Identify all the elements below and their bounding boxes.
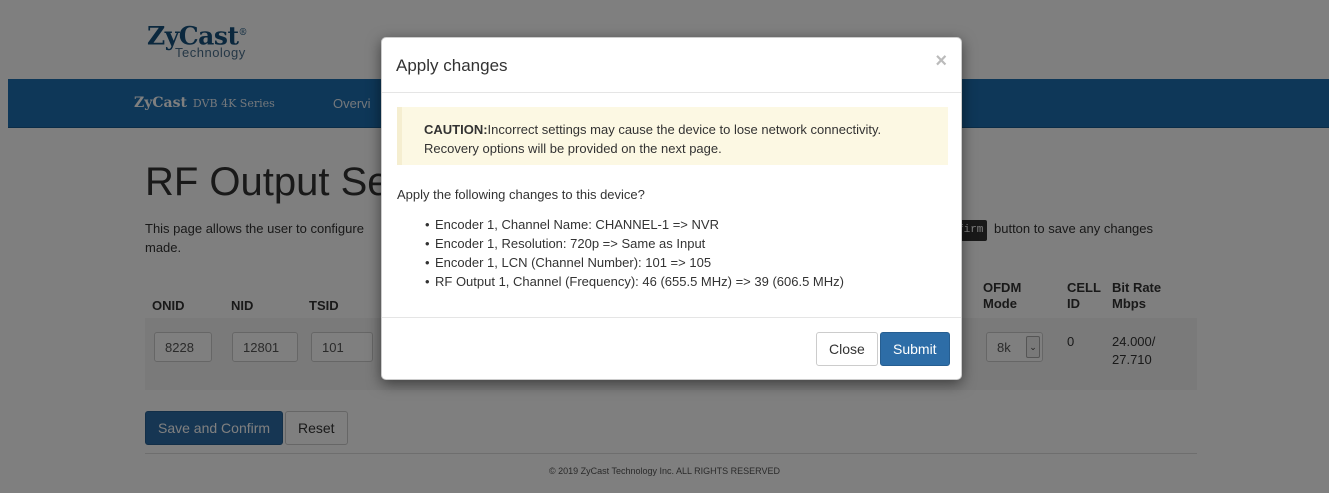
close-icon[interactable]: × [935,50,947,73]
list-item: Encoder 1, LCN (Channel Number): 101 => … [425,253,844,272]
list-item: Encoder 1, Resolution: 720p => Same as I… [425,234,844,253]
submit-button[interactable]: Submit [880,332,950,366]
changes-list: Encoder 1, Channel Name: CHANNEL-1 => NV… [425,215,844,291]
apply-changes-modal: Apply changes × CAUTION:Incorrect settin… [381,37,962,380]
caution-text: Incorrect settings may cause the device … [487,122,882,137]
list-item: Encoder 1, Channel Name: CHANNEL-1 => NV… [425,215,844,234]
caution-line-2: Recovery options will be provided on the… [424,141,722,156]
modal-footer: Close Submit [382,317,961,381]
caution-label: CAUTION: [424,122,488,137]
modal-question: Apply the following changes to this devi… [397,187,645,202]
list-item: RF Output 1, Channel (Frequency): 46 (65… [425,272,844,291]
modal-title: Apply changes [396,56,508,75]
close-button[interactable]: Close [816,332,878,366]
caution-alert: CAUTION:Incorrect settings may cause the… [397,107,948,165]
caution-line-1: CAUTION:Incorrect settings may cause the… [424,120,948,139]
modal-header: Apply changes × [382,38,961,93]
